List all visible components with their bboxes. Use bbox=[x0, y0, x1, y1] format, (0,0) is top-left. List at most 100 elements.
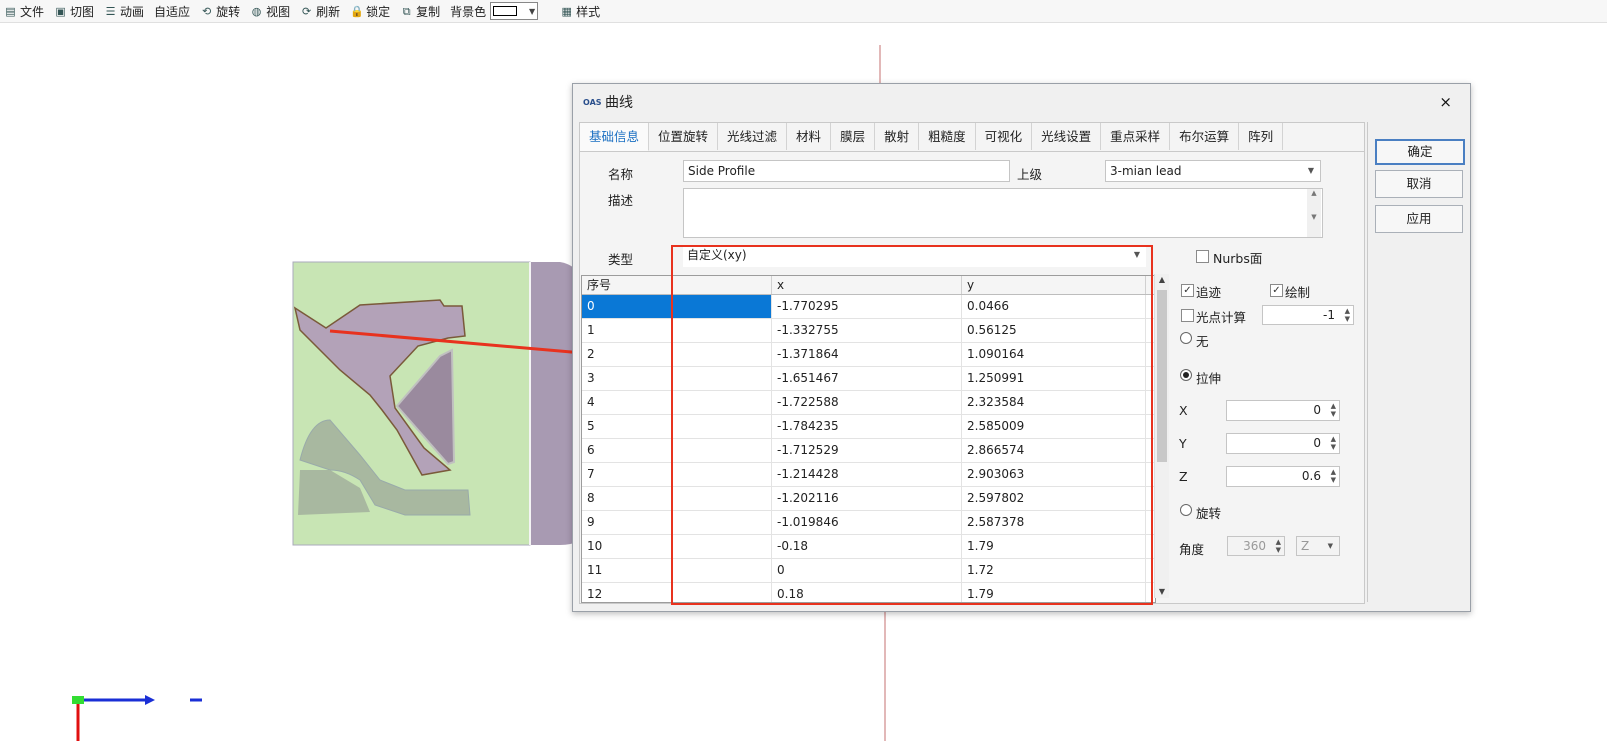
annotation-highlight-box bbox=[671, 245, 1153, 605]
spot-calc-label: 光点计算 bbox=[1196, 310, 1247, 325]
z-axis-gizmo bbox=[72, 696, 84, 704]
toolbar-item-2[interactable]: ☰ 动画 bbox=[100, 1, 150, 21]
axis-value: Z bbox=[1301, 539, 1310, 553]
z-value: 0.6 bbox=[1301, 469, 1321, 483]
tab-4[interactable]: 膜层 bbox=[831, 123, 876, 150]
close-icon[interactable]: × bbox=[1439, 93, 1452, 111]
style-label: 样式 bbox=[576, 4, 601, 19]
color-swatch bbox=[493, 6, 518, 16]
toolbar-item-label: 动画 bbox=[120, 4, 145, 19]
toolbar-item-6[interactable]: ⟳ 刷新 bbox=[296, 1, 346, 21]
scroll-up-icon[interactable]: ▲ bbox=[1155, 275, 1169, 284]
parent-label: 上级 bbox=[1017, 167, 1043, 182]
z-label: Z bbox=[1179, 469, 1188, 484]
background-color-control[interactable]: 背景色 ▼ bbox=[446, 1, 544, 21]
y-value: 0 bbox=[1313, 436, 1321, 450]
toolbar-item-label: 文件 bbox=[20, 4, 45, 19]
name-label: 名称 bbox=[608, 167, 634, 182]
toolbar-item-0[interactable]: ▤ 文件 bbox=[0, 1, 50, 21]
draw-checkbox[interactable]: ✓ bbox=[1270, 284, 1283, 297]
axis-dropdown[interactable]: Z ▼ bbox=[1296, 536, 1340, 556]
scroll-down-icon[interactable]: ▼ bbox=[1155, 587, 1169, 596]
main-toolbar: ▤ 文件 ▣ 切图 ☰ 动画 自适应 ⟲ 旋转 ◍ 视图 ⟳ 刷新 🔒 锁定 ⧉ 复制 背景色 ▼ ▦ 样式 bbox=[0, 0, 1607, 23]
tab-11[interactable]: 阵列 bbox=[1239, 123, 1284, 150]
none-radio[interactable] bbox=[1180, 332, 1192, 344]
trace-checkbox[interactable]: ✓ bbox=[1181, 284, 1194, 297]
description-scrollbar[interactable]: ▲ ▼ bbox=[1307, 189, 1321, 237]
style-icon: ▦ bbox=[561, 4, 572, 18]
toolbar-item-label: 切图 bbox=[70, 4, 95, 19]
globe-icon: ◍ bbox=[251, 4, 262, 18]
toolbar-item-label: 复制 bbox=[416, 4, 441, 19]
tab-9[interactable]: 重点采样 bbox=[1101, 123, 1171, 150]
spot-calc-value: -1 bbox=[1323, 308, 1335, 322]
toolbar-item-8[interactable]: ⧉ 复制 bbox=[396, 1, 446, 21]
angle-value: 360 bbox=[1243, 539, 1266, 553]
rotate-icon: ⟲ bbox=[201, 4, 212, 18]
z-spinner[interactable]: 0.6 ▲ ▼ bbox=[1226, 466, 1340, 487]
tab-strip: 基础信息 位置旋转 光线过滤 材料 膜层 散射 粗糙度 可视化 光线设置 重点采样 布尔运算 阵列 bbox=[580, 123, 1364, 152]
tab-0[interactable]: 基础信息 bbox=[580, 123, 650, 151]
toolbar-item-label: 旋转 bbox=[216, 4, 241, 19]
file-icon: ▤ bbox=[5, 4, 16, 18]
spin-arrows-icon[interactable]: ▲ ▼ bbox=[1331, 435, 1336, 451]
spin-arrows-icon[interactable]: ▲ ▼ bbox=[1345, 307, 1350, 323]
spot-calc-checkbox[interactable] bbox=[1181, 309, 1194, 322]
tab-3[interactable]: 材料 bbox=[787, 123, 832, 150]
style-button[interactable]: ▦ 样式 bbox=[556, 1, 606, 21]
type-label: 类型 bbox=[608, 252, 634, 267]
chevron-down-icon: ▼ bbox=[1307, 166, 1314, 175]
y-label: Y bbox=[1179, 436, 1187, 451]
toolbar-item-5[interactable]: ◍ 视图 bbox=[246, 1, 296, 21]
toolbar-item-label: 视图 bbox=[266, 4, 291, 19]
cancel-button[interactable]: 取消 bbox=[1375, 170, 1463, 198]
tab-2[interactable]: 光线过滤 bbox=[718, 123, 788, 150]
tab-10[interactable]: 布尔运算 bbox=[1170, 123, 1240, 150]
spin-arrows-icon[interactable]: ▲ ▼ bbox=[1331, 402, 1336, 418]
toolbar-item-7[interactable]: 🔒 锁定 bbox=[346, 1, 396, 21]
spin-arrows-icon[interactable]: ▲ ▼ bbox=[1331, 468, 1336, 484]
name-input[interactable]: Side Profile bbox=[683, 160, 1010, 182]
tab-7[interactable]: 可视化 bbox=[975, 123, 1033, 150]
revolve-label: 旋转 bbox=[1196, 506, 1222, 521]
y-spinner[interactable]: 0 ▲ ▼ bbox=[1226, 433, 1340, 454]
spot-calc-spinner[interactable]: -1 ▲ ▼ bbox=[1262, 305, 1354, 325]
draw-label: 绘制 bbox=[1285, 285, 1311, 300]
parent-dropdown[interactable]: 3-mian lead ▼ bbox=[1105, 160, 1321, 182]
revolve-radio[interactable] bbox=[1180, 504, 1192, 516]
description-textarea[interactable] bbox=[683, 188, 1323, 238]
copy-icon: ⧉ bbox=[402, 4, 411, 18]
spin-arrows-icon[interactable]: ▲ ▼ bbox=[1276, 538, 1281, 554]
toolbar-item-label: 刷新 bbox=[316, 4, 341, 19]
scroll-thumb[interactable] bbox=[1157, 290, 1167, 462]
dialog-title: 曲线 bbox=[605, 95, 633, 111]
nurbs-checkbox[interactable] bbox=[1196, 250, 1209, 263]
toolbar-item-1[interactable]: ▣ 切图 bbox=[50, 1, 100, 21]
chevron-down-icon: ▼ bbox=[529, 6, 536, 16]
ok-button[interactable]: 确定 bbox=[1375, 139, 1465, 165]
refresh-icon: ⟳ bbox=[301, 4, 312, 18]
dialog-titlebar[interactable]: OAS 曲线 × bbox=[573, 84, 1470, 120]
nurbs-label: Nurbs面 bbox=[1213, 251, 1263, 266]
parent-value: 3-mian lead bbox=[1110, 164, 1182, 178]
x-spinner[interactable]: 0 ▲ ▼ bbox=[1226, 400, 1340, 421]
tab-5[interactable]: 散射 bbox=[875, 123, 920, 150]
background-color-dropdown[interactable]: ▼ bbox=[490, 2, 539, 20]
toolbar-item-3[interactable]: 自适应 bbox=[150, 1, 196, 21]
extrude-label: 拉伸 bbox=[1196, 371, 1222, 386]
apply-button[interactable]: 应用 bbox=[1375, 205, 1463, 233]
toolbar-item-label: 锁定 bbox=[366, 4, 391, 19]
action-buttons: 确定 取消 应用 bbox=[1367, 122, 1465, 602]
toolbar-item-4[interactable]: ⟲ 旋转 bbox=[196, 1, 246, 21]
extrude-radio[interactable] bbox=[1180, 369, 1192, 381]
table-scrollbar[interactable]: ▲ ▼ bbox=[1154, 274, 1169, 598]
none-label: 无 bbox=[1196, 334, 1209, 349]
angle-spinner[interactable]: 360 ▲ ▼ bbox=[1227, 536, 1285, 556]
tab-1[interactable]: 位置旋转 bbox=[649, 123, 719, 150]
angle-label: 角度 bbox=[1179, 542, 1205, 557]
tab-6[interactable]: 粗糙度 bbox=[919, 123, 976, 150]
lock-icon: 🔒 bbox=[350, 4, 364, 18]
tab-8[interactable]: 光线设置 bbox=[1032, 123, 1102, 150]
chevron-down-icon: ▼ bbox=[1327, 542, 1333, 550]
animation-icon: ☰ bbox=[105, 4, 116, 18]
